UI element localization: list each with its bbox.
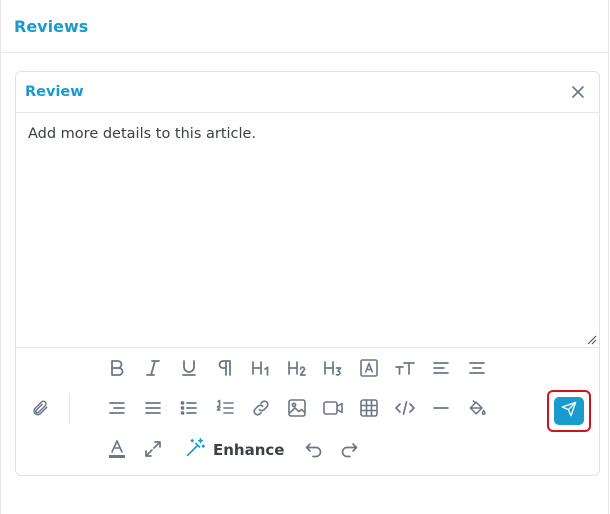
heading2-icon[interactable] bbox=[284, 355, 310, 381]
heading1-icon[interactable] bbox=[248, 355, 274, 381]
align-center-icon[interactable] bbox=[464, 355, 490, 381]
review-textarea[interactable]: Add more details to this article. bbox=[16, 113, 599, 348]
review-card: Review Add more details to this article. bbox=[15, 71, 600, 476]
video-icon[interactable] bbox=[320, 395, 346, 421]
heading3-icon[interactable] bbox=[320, 355, 346, 381]
underline-icon[interactable] bbox=[176, 355, 202, 381]
send-button-highlight bbox=[547, 390, 591, 432]
reviews-panel: Reviews Review Add more details to this … bbox=[0, 0, 609, 514]
font-box-icon[interactable] bbox=[356, 355, 382, 381]
toolbar-divider bbox=[69, 394, 70, 424]
redo-icon[interactable] bbox=[336, 437, 362, 463]
send-button[interactable] bbox=[554, 397, 584, 425]
bold-icon[interactable] bbox=[104, 355, 130, 381]
italic-icon[interactable] bbox=[140, 355, 166, 381]
editor-toolbar: Enhance bbox=[16, 348, 599, 475]
horizontal-rule-icon[interactable] bbox=[428, 395, 454, 421]
magic-wand-icon bbox=[184, 437, 206, 464]
image-icon[interactable] bbox=[284, 395, 310, 421]
enhance-label: Enhance bbox=[213, 441, 285, 459]
paint-bucket-icon[interactable] bbox=[464, 395, 490, 421]
undo-icon[interactable] bbox=[301, 437, 327, 463]
card-title: Review bbox=[25, 84, 84, 100]
resize-handle-icon[interactable] bbox=[585, 333, 597, 345]
table-icon[interactable] bbox=[356, 395, 382, 421]
panel-title: Reviews bbox=[14, 16, 89, 36]
card-header: Review bbox=[16, 72, 599, 113]
text-size-icon[interactable] bbox=[392, 355, 418, 381]
review-text: Add more details to this article. bbox=[28, 126, 257, 142]
panel-header: Reviews bbox=[1, 0, 608, 53]
enhance-button[interactable]: Enhance bbox=[184, 436, 284, 464]
paragraph-icon[interactable] bbox=[212, 355, 238, 381]
numbered-list-icon[interactable] bbox=[212, 395, 238, 421]
link-icon[interactable] bbox=[248, 395, 274, 421]
align-justify-icon[interactable] bbox=[140, 395, 166, 421]
align-right-icon[interactable] bbox=[104, 395, 130, 421]
paperclip-icon[interactable] bbox=[28, 395, 52, 421]
expand-icon[interactable] bbox=[140, 436, 166, 462]
text-color-icon[interactable] bbox=[104, 436, 130, 462]
align-left-icon[interactable] bbox=[428, 355, 454, 381]
code-icon[interactable] bbox=[392, 395, 418, 421]
bullet-list-icon[interactable] bbox=[176, 395, 202, 421]
send-icon bbox=[561, 401, 577, 422]
close-icon[interactable] bbox=[569, 83, 587, 101]
